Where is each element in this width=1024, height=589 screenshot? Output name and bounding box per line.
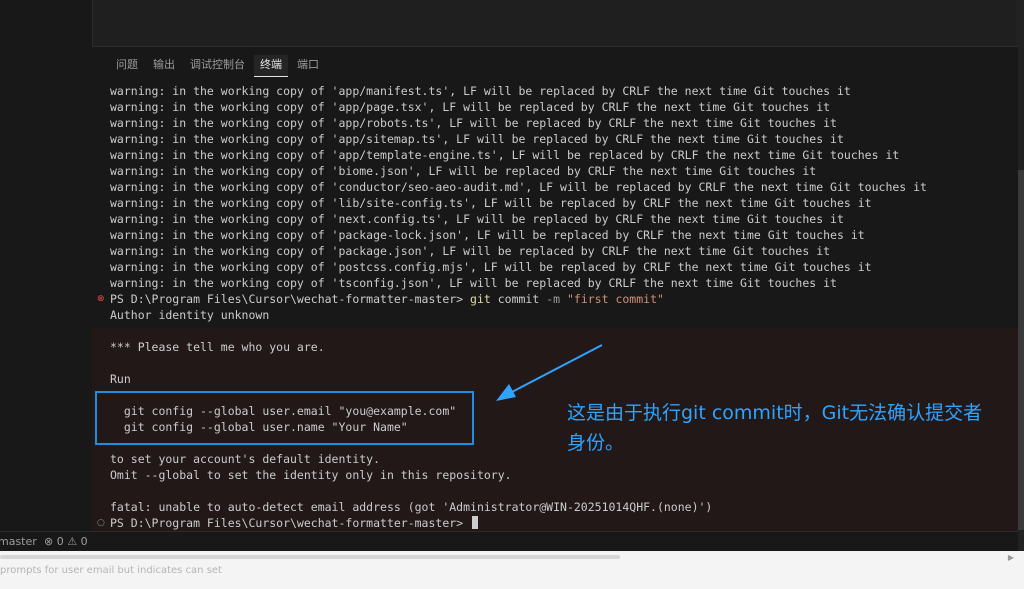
- annotation-arrow: [496, 344, 603, 401]
- footer-text: prompts for user email but indicates can…: [0, 565, 222, 576]
- scroll-right-icon[interactable]: ▶: [1008, 553, 1014, 562]
- annotation-text: 这是由于执行git commit时，Git无法确认提交者身份。: [567, 402, 983, 454]
- horizontal-scrollbar[interactable]: [0, 555, 620, 559]
- page-footer: ▶ prompts for user email but indicates c…: [0, 551, 1024, 589]
